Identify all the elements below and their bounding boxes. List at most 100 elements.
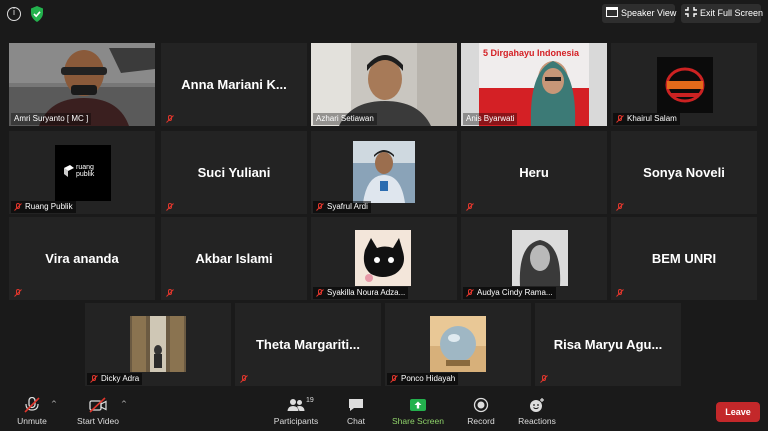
muted-mic-icon [240, 375, 248, 383]
chat-label: Chat [347, 416, 365, 426]
meeting-toolbar: Unmute ^ Start Video ^ Participants 19 C… [0, 388, 768, 431]
start-video-label: Start Video [77, 416, 119, 426]
participant-display-name: Akbar Islami [195, 251, 273, 266]
speaker-view-label: Speaker View [621, 8, 677, 18]
share-screen-icon [410, 399, 426, 411]
participant-name: Azhari Setiawan [313, 113, 377, 125]
muted-mic-icon [540, 375, 548, 383]
video-tile[interactable]: Vira ananda [9, 217, 155, 300]
video-tile[interactable]: Ponco Hidayah [385, 303, 531, 386]
record-label: Record [467, 416, 495, 426]
exit-full-screen-button[interactable]: Exit Full Screen [681, 4, 764, 23]
start-video-button[interactable]: Start Video [74, 388, 122, 431]
participant-display-name: Anna Mariani K... [181, 77, 287, 92]
video-tile[interactable]: Heru [461, 131, 607, 214]
video-tile[interactable]: BEM UNRI [611, 217, 757, 300]
reactions-button[interactable]: Reactions [516, 388, 558, 431]
video-tile[interactable]: Akbar Islami [161, 217, 307, 300]
video-tile[interactable]: Amri Suryanto [ MC ] [9, 43, 155, 126]
share-screen-label: Share Screen [392, 416, 444, 426]
muted-mic-icon [14, 289, 22, 297]
participant-name: Ruang Publik [25, 202, 73, 211]
participant-display-name: BEM UNRI [651, 251, 717, 266]
mic-status [11, 287, 24, 299]
participant-display-name: Heru [519, 165, 549, 180]
record-icon [473, 397, 489, 413]
mic-status [537, 373, 550, 385]
audio-options-chevron-icon[interactable]: ^ [51, 400, 57, 408]
speaker-view-icon [606, 7, 618, 17]
reactions-emoji-icon [530, 398, 544, 412]
participants-button[interactable]: Participants [272, 388, 320, 431]
profile-picture: ruang publik [55, 145, 111, 201]
participant-display-name: Suci Yuliani [197, 165, 271, 180]
video-tile[interactable]: Suci Yuliani [161, 131, 307, 214]
video-tile[interactable]: ruang publik Ruang Publik [9, 131, 155, 214]
participant-name-label: Syakilla Noura Adza... [313, 287, 409, 299]
muted-mic-icon [616, 115, 624, 123]
video-tile[interactable]: Khairul Salam [611, 43, 757, 126]
reactions-label: Reactions [518, 416, 556, 426]
participants-count: 19 [306, 397, 314, 404]
video-tile[interactable]: Theta Margariti... [235, 303, 381, 386]
chat-button[interactable]: Chat [340, 388, 372, 431]
video-tile[interactable]: Syakilla Noura Adza... [311, 217, 457, 300]
muted-mic-icon [466, 203, 474, 211]
mic-status [463, 201, 476, 213]
participant-display-name: Vira ananda [45, 251, 119, 266]
muted-mic-icon [14, 203, 22, 211]
info-icon[interactable]: i [7, 7, 21, 21]
video-tile[interactable]: Dicky Adra [85, 303, 231, 386]
exit-full-screen-icon [685, 7, 697, 17]
speaker-view-button[interactable]: Speaker View [602, 4, 677, 23]
shield-check-icon[interactable] [30, 6, 44, 22]
share-screen-button[interactable]: Share Screen [392, 388, 444, 431]
mic-status [163, 287, 176, 299]
video-tile[interactable]: Azhari Setiawan [311, 43, 457, 126]
participant-name: Syakilla Noura Adza... [327, 288, 406, 297]
muted-mic-icon [466, 289, 474, 297]
participant-name-label: Ruang Publik [11, 201, 76, 213]
muted-mic-icon [316, 203, 324, 211]
participant-display-name: Theta Margariti... [255, 337, 361, 352]
chat-bubble-icon [349, 399, 363, 411]
video-tile[interactable]: 5 Dirgahayu Indonesia Anis Byarwati [461, 43, 607, 126]
leave-meeting-button[interactable]: Leave [716, 402, 760, 422]
muted-mic-icon [316, 289, 324, 297]
mic-status [613, 201, 626, 213]
background-overlay-text: 5 Dirgahayu Indonesia [483, 48, 580, 58]
ruang-publik-logo-icon [64, 165, 74, 177]
participant-name: Syafrul Ardi [327, 202, 368, 211]
participant-name: Audya Cindy Rama... [477, 288, 553, 297]
video-off-icon [89, 397, 107, 413]
mic-status [163, 113, 176, 125]
video-tile[interactable]: Sonya Noveli [611, 131, 757, 214]
profile-picture [512, 230, 568, 286]
video-tile[interactable]: Risa Maryu Agu... [535, 303, 681, 386]
video-tile[interactable]: Syafrul Ardi [311, 131, 457, 214]
muted-mic-icon [616, 203, 624, 211]
profile-picture [430, 316, 486, 372]
video-options-chevron-icon[interactable]: ^ [121, 400, 127, 408]
participant-name: Ponco Hidayah [401, 374, 456, 383]
video-tile[interactable]: Anna Mariani K... [161, 43, 307, 126]
muted-mic-icon [166, 115, 174, 123]
unmute-label: Unmute [17, 416, 47, 426]
ruang-publik-logo-text: ruang publik [76, 164, 95, 178]
participants-label: Participants [273, 416, 319, 426]
unmute-button[interactable]: Unmute [12, 388, 52, 431]
record-button[interactable]: Record [464, 388, 498, 431]
top-bar: i Speaker View Exit Full Screen [0, 0, 768, 30]
profile-picture [130, 316, 186, 372]
muted-mic-icon [390, 375, 398, 383]
participant-name: Khairul Salam [627, 114, 677, 123]
video-tile[interactable]: Audya Cindy Rama... [461, 217, 607, 300]
mic-status [237, 373, 250, 385]
participant-name: Amri Suryanto [ MC ] [11, 113, 92, 125]
profile-picture [353, 141, 415, 203]
participant-name-label: Ponco Hidayah [387, 373, 459, 385]
participant-display-name: Risa Maryu Agu... [553, 337, 663, 352]
participant-name: Dicky Adra [101, 374, 140, 383]
participant-display-name: Sonya Noveli [643, 165, 725, 180]
exit-full-screen-label: Exit Full Screen [700, 8, 764, 18]
